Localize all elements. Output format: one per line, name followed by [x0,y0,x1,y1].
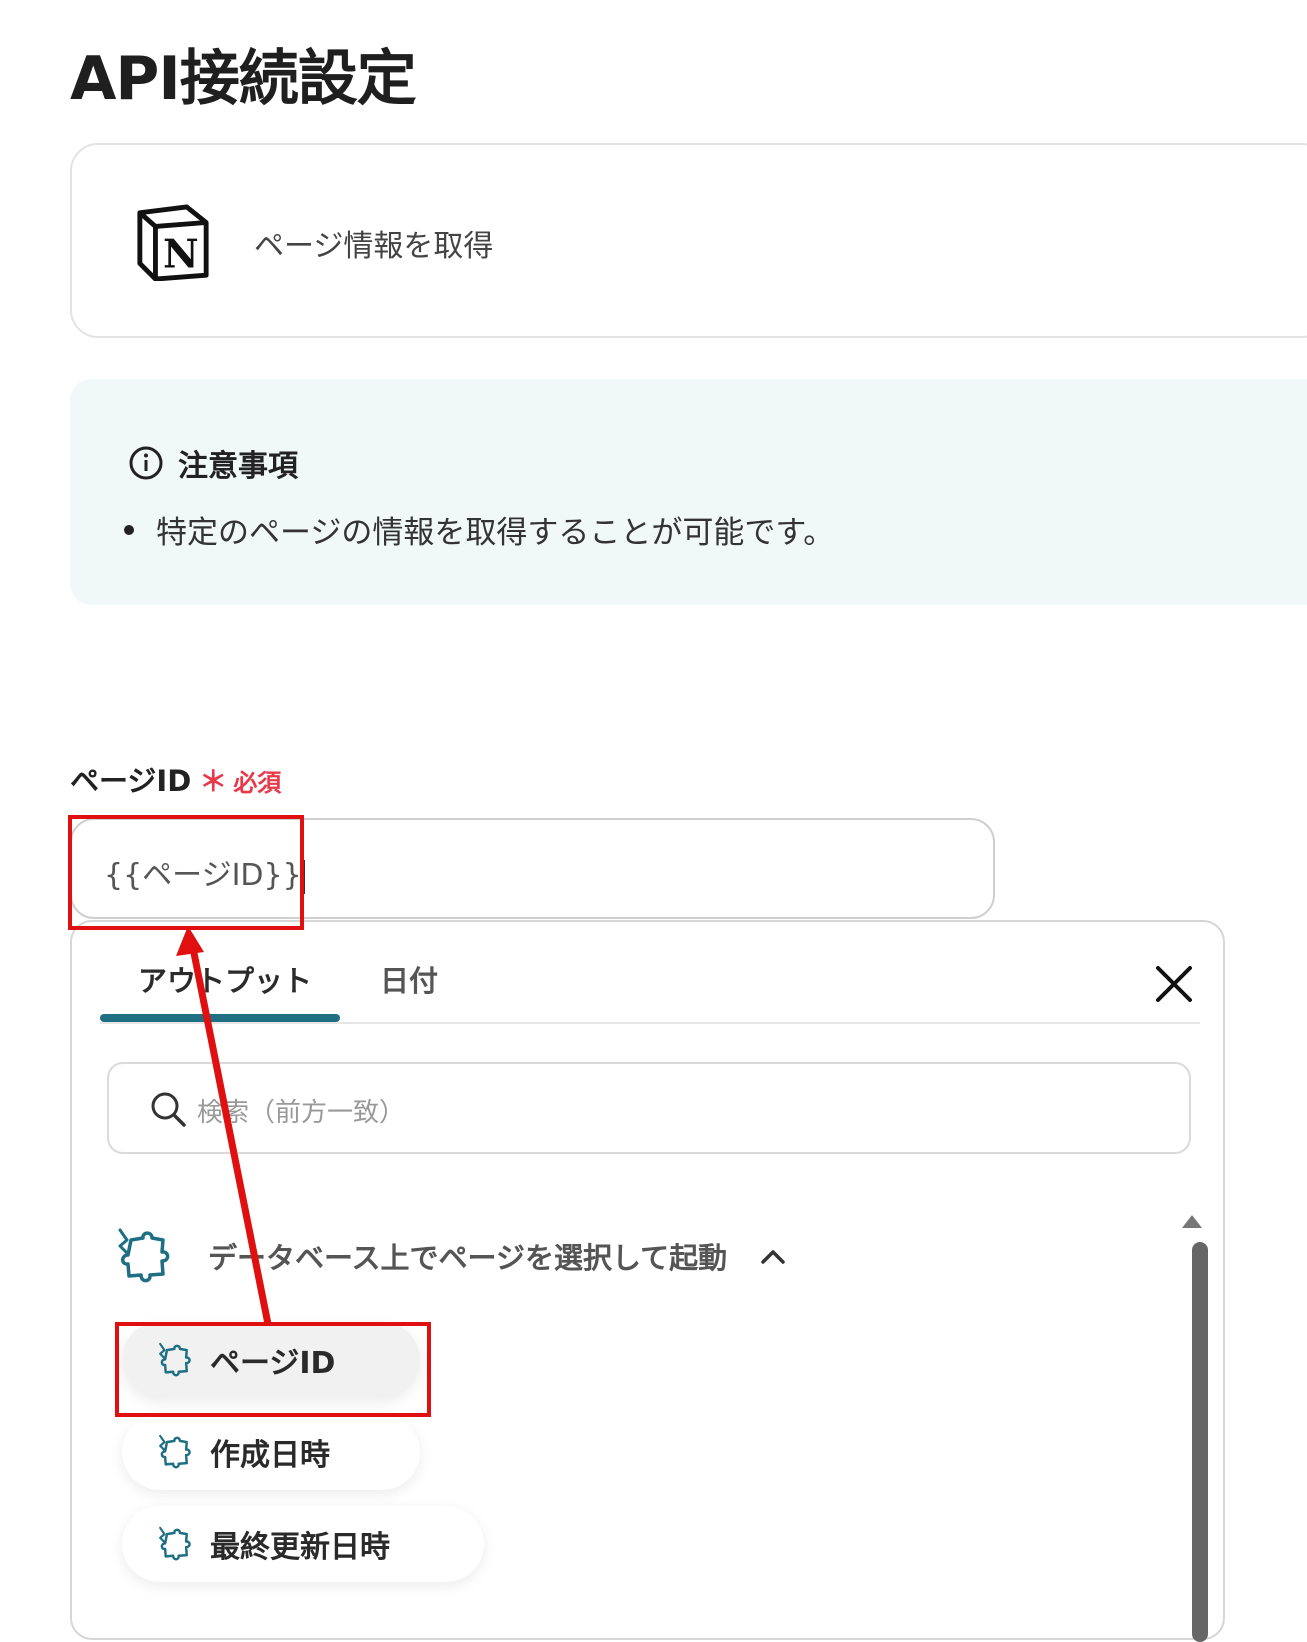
bullet [124,524,134,535]
output-group-label: データベース上でページを選択して起動 [208,1241,728,1275]
scroll-up-arrow-icon[interactable] [1180,1212,1204,1230]
output-item-created-time[interactable]: 作成日時 [122,1414,420,1490]
active-tab-indicator [100,1014,340,1022]
output-item-last-edited-time[interactable]: 最終更新日時 [122,1506,484,1582]
search-input[interactable]: 検索（前方一致） [107,1062,1191,1154]
notice-item-text: 特定のページの情報を取得することが可能です。 [156,515,835,551]
notice-title: 注意事項 [178,449,298,484]
notice-box: 注意事項 特定のページの情報を取得することが可能です。 [70,379,1307,605]
notice-header: 注意事項 [128,441,298,485]
close-icon[interactable] [1152,962,1196,1006]
chevron-up-icon[interactable] [759,1246,787,1266]
output-picker-dropdown: アウトプット 日付 検索（前方一致） データベース上でページを選択して起動 ペー… [70,920,1225,1642]
action-label: ページ情報を取得 [254,229,494,264]
action-card: N ページ情報を取得 [70,143,1307,338]
output-item-label: 最終更新日時 [210,1530,390,1565]
field-label: ページID [70,764,192,798]
output-group-header[interactable]: データベース上でページを選択して起動 [110,1222,787,1290]
required-text: 必須 [233,769,282,797]
notice-item: 特定のページの情報を取得することが可能です。 [124,507,834,552]
field-label-row: ページID ＊ 必須 [70,758,281,800]
tab-divider [100,1022,1200,1024]
puzzle-icon [159,1434,191,1469]
info-icon [129,446,163,480]
annotation-highlight-input [68,815,304,930]
output-item-label: 作成日時 [210,1438,330,1473]
page-title: API接続設定 [70,44,417,114]
svg-text:N: N [163,231,199,277]
search-placeholder: 検索（前方一致） [197,1098,406,1128]
tab-date[interactable]: 日付 [380,958,438,1000]
notion-logo: N [137,204,209,281]
search-icon [151,1092,186,1127]
puzzle-icon [159,1526,191,1561]
scrollbar-thumb[interactable] [1192,1242,1208,1642]
tab-output[interactable]: アウトプット [138,958,312,1000]
required-mark: ＊ [199,765,228,798]
annotation-highlight-item [115,1322,431,1417]
puzzle-icon [118,1228,170,1283]
